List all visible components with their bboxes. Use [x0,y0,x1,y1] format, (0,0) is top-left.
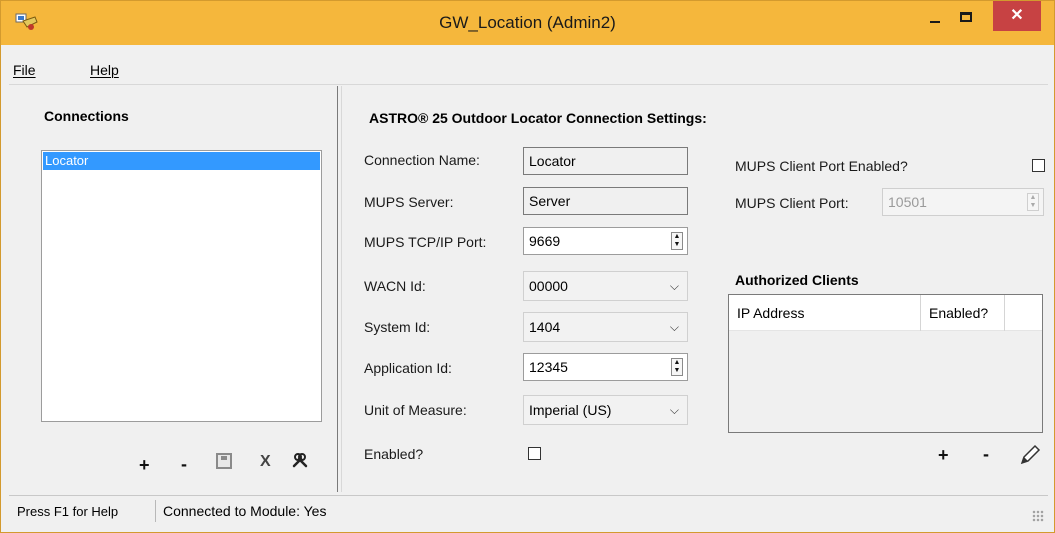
tools-icon[interactable] [292,452,308,473]
table-header: IP Address Enabled? [729,295,1042,331]
mups-server-label: MUPS Server: [364,194,454,210]
application-id-value: 12345 [529,359,568,375]
authorized-clients-table[interactable]: IP Address Enabled? [728,294,1043,433]
status-help-text: Press F1 for Help [17,504,119,519]
mups-port-label: MUPS TCP/IP Port: [364,234,487,250]
maximize-icon [960,12,972,22]
menu-help[interactable]: Help [90,62,119,78]
menu-file-label: File [13,62,36,78]
wacn-id-label: WACN Id: [364,278,426,294]
mups-client-port-enabled-label: MUPS Client Port Enabled? [735,158,908,174]
remove-connection-button[interactable]: - [181,454,187,475]
resize-grip-icon[interactable] [1032,510,1044,522]
system-id-value: 1404 [529,319,561,335]
connections-heading: Connections [44,108,129,124]
delete-connection-button[interactable]: X [260,453,271,471]
window-title: GW_Location (Admin2) [439,13,616,32]
authorized-clients-heading: Authorized Clients [735,272,859,288]
wacn-id-value: 00000 [529,278,568,294]
minimize-button[interactable] [922,3,948,33]
spin-arrows-icon[interactable]: ▲ ▼ [671,358,683,376]
chevron-down-icon: ⌵ [669,403,679,417]
remove-client-button[interactable]: - [983,444,989,465]
maximize-button[interactable] [953,3,979,33]
spin-arrows-icon[interactable]: ▲ ▼ [671,232,683,250]
mups-client-port-stepper[interactable]: 10501 ▲ ▼ [882,188,1044,216]
add-client-button[interactable]: + [938,445,949,466]
connections-panel: Connections Locator + - X [9,86,338,492]
menu-file[interactable]: File [13,62,36,78]
spin-arrows-icon[interactable]: ▲ ▼ [1027,193,1039,211]
mups-port-value: 9669 [529,233,561,249]
main-window: GW_Location (Admin2) ✕ File Help Connect… [0,0,1055,533]
enabled-label: Enabled? [364,446,424,462]
status-connection-text: Connected to Module: Yes [163,503,327,519]
unit-of-measure-select[interactable]: Imperial (US) ⌵ [523,395,688,425]
status-bar: Press F1 for Help Connected to Module: Y… [9,495,1048,526]
application-id-stepper[interactable]: 12345 ▲ ▼ [523,353,688,381]
mups-client-port-enabled-checkbox[interactable] [1032,159,1045,172]
unit-of-measure-value: Imperial (US) [529,402,612,418]
mups-client-port-label: MUPS Client Port: [735,195,849,211]
floppy-disk-icon[interactable] [216,453,232,469]
connection-name-field[interactable]: Locator [523,147,688,175]
menu-bar: File Help [9,55,1048,85]
chevron-down-icon: ⌵ [669,279,679,293]
title-bar[interactable]: GW_Location (Admin2) ✕ [1,1,1054,45]
mups-client-port-value: 10501 [888,194,927,210]
mups-server-field[interactable]: Server [523,187,688,215]
system-id-select[interactable]: 1404 ⌵ [523,312,688,342]
column-enabled[interactable]: Enabled? [921,295,1005,331]
close-button[interactable]: ✕ [993,1,1041,31]
application-id-label: Application Id: [364,360,452,376]
wacn-id-select[interactable]: 00000 ⌵ [523,271,688,301]
settings-heading: ASTRO® 25 Outdoor Locator Connection Set… [369,110,707,126]
list-item-locator[interactable]: Locator [43,152,320,170]
connections-list[interactable]: Locator [41,150,322,422]
mups-port-stepper[interactable]: 9669 ▲ ▼ [523,227,688,255]
chevron-down-icon: ⌵ [669,320,679,334]
menu-help-label: Help [90,62,119,78]
column-ip-address[interactable]: IP Address [729,295,921,331]
close-icon: ✕ [1010,7,1024,24]
enabled-checkbox[interactable] [528,447,541,460]
connection-name-label: Connection Name: [364,152,480,168]
table-body [729,331,1042,432]
add-connection-button[interactable]: + [139,455,150,476]
unit-of-measure-label: Unit of Measure: [364,402,467,418]
system-id-label: System Id: [364,319,431,335]
settings-panel: ASTRO® 25 Outdoor Locator Connection Set… [341,86,1048,492]
wrench-icon [292,453,308,468]
minimize-icon [930,21,940,23]
pencil-icon[interactable] [1019,444,1041,466]
status-separator [155,500,156,522]
